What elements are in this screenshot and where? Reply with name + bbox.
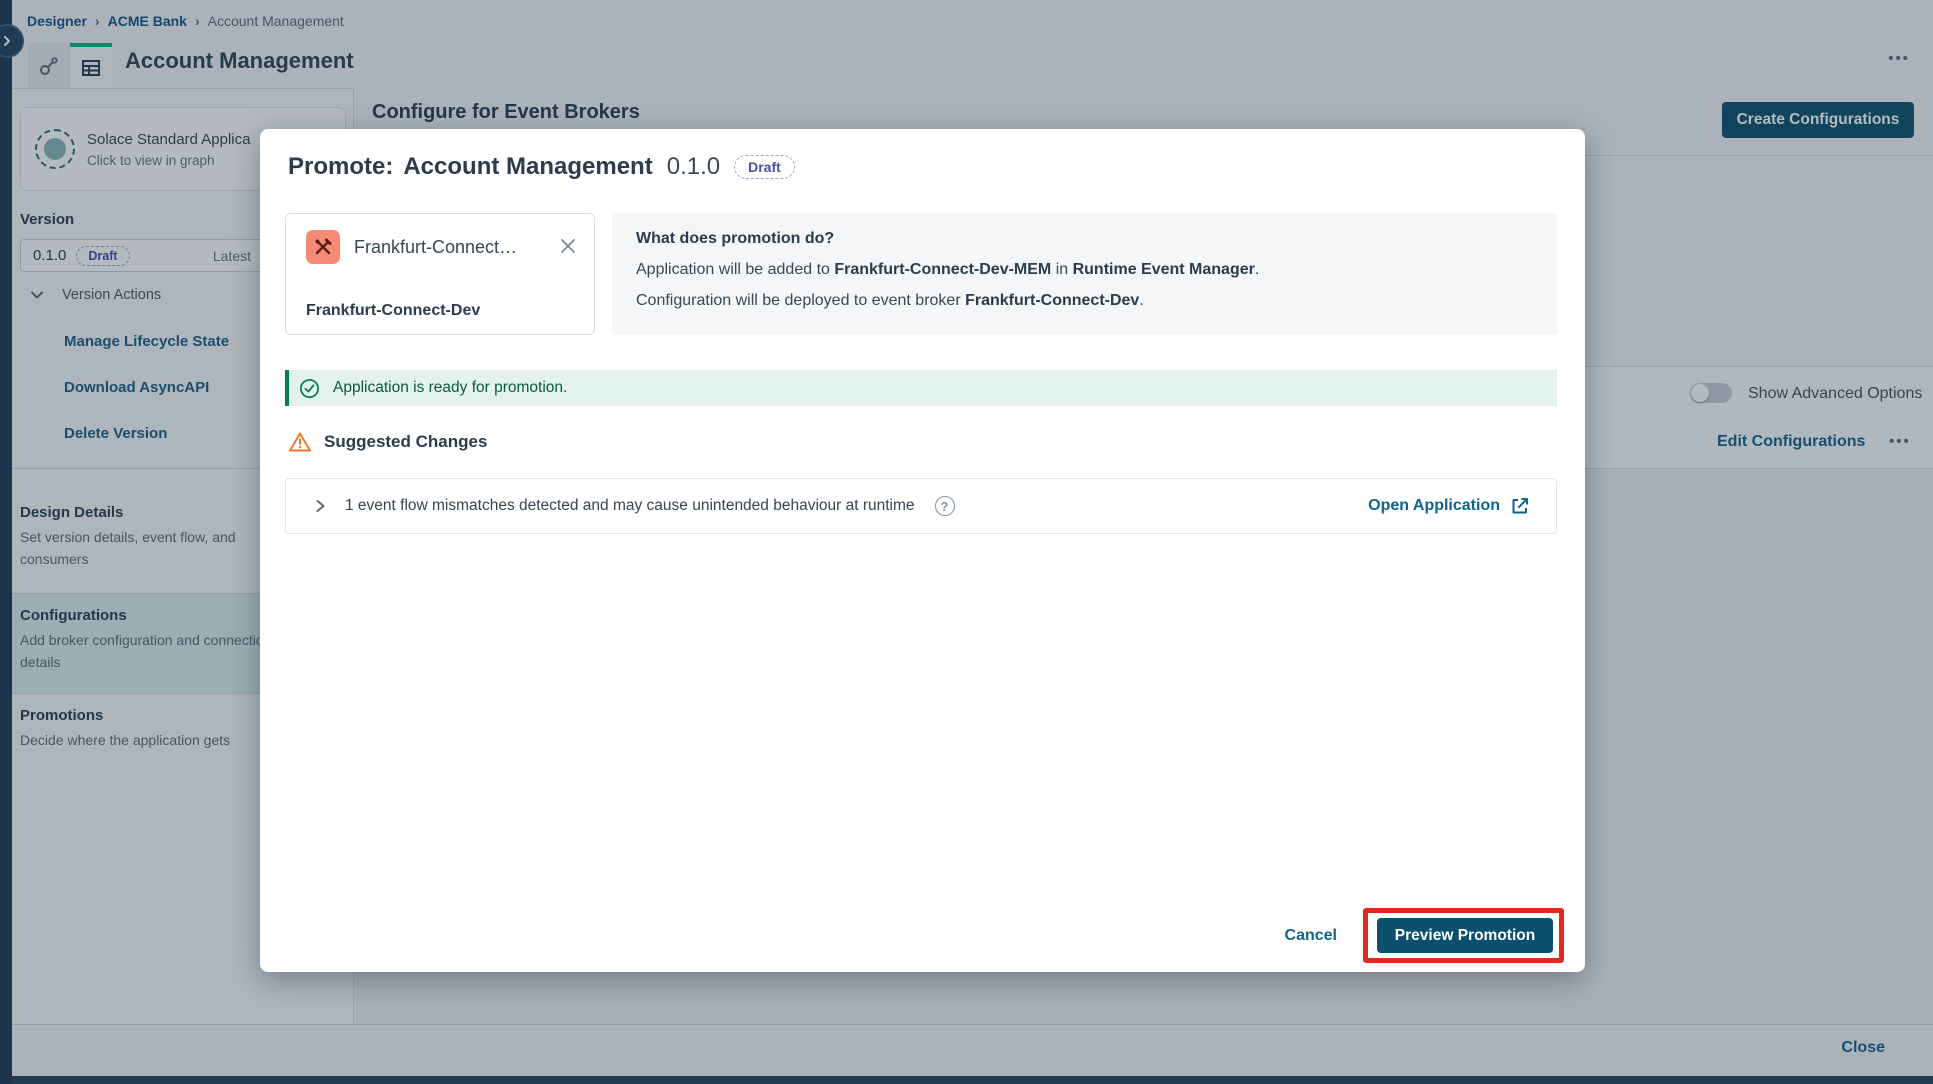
chevron-right-icon [314,499,327,513]
modal-title-version: 0.1.0 [667,153,720,181]
draft-status-badge: Draft [734,155,795,179]
suggested-changes-label: Suggested Changes [324,432,487,452]
modal-title: Promote: Account Management 0.1.0 Draft [288,153,795,181]
suggested-changes-heading: Suggested Changes [288,431,487,453]
promotion-info-line1: Application will be added to Frankfurt-C… [636,261,1533,279]
warning-triangle-icon [288,431,312,453]
open-application-link[interactable]: Open Application [1368,496,1530,516]
ready-banner: Application is ready for promotion. [285,370,1557,406]
preview-promotion-button[interactable]: Preview Promotion [1377,918,1553,953]
help-icon[interactable]: ? [935,496,955,516]
target-environment-name: Frankfurt-Connect… [354,237,517,258]
promotion-info-line2: Configuration will be deployed to event … [636,292,1533,310]
mismatch-expandable-row[interactable]: 1 event flow mismatches detected and may… [285,478,1557,534]
check-circle-icon [299,378,320,399]
promotion-info-heading: What does promotion do? [636,230,1533,248]
cancel-button[interactable]: Cancel [1285,927,1337,945]
modal-title-name: Account Management [403,153,652,181]
mismatch-message: 1 event flow mismatches detected and may… [345,497,915,515]
modal-title-prefix: Promote: [288,153,393,181]
target-environment-card: Frankfurt-Connect… Frankfurt-Connect-Dev [285,213,595,335]
remove-target-button[interactable] [558,236,578,256]
close-icon [558,236,578,256]
ready-banner-text: Application is ready for promotion. [333,379,567,397]
promotion-info-panel: What does promotion do? Application will… [612,213,1557,335]
promote-modal: Promote: Account Management 0.1.0 Draft … [260,129,1585,972]
broker-tools-icon [306,230,340,264]
external-link-icon [1510,496,1530,516]
target-broker-name: Frankfurt-Connect-Dev [306,302,480,320]
